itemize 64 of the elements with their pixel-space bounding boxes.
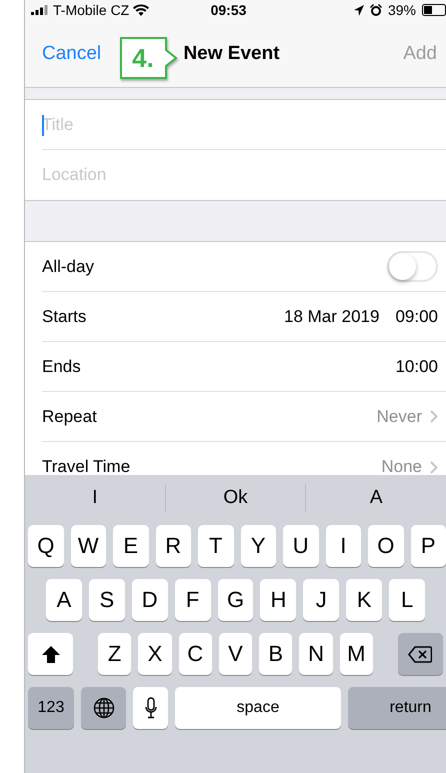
letter-key[interactable]: E (113, 525, 148, 567)
row-value: None (381, 457, 422, 475)
letter-key[interactable]: J (303, 579, 340, 621)
letter-key[interactable]: D (132, 579, 168, 621)
row-value: 10:00 (395, 356, 438, 376)
backspace-icon (408, 646, 432, 662)
letter-key[interactable]: C (178, 633, 212, 675)
letter-key[interactable]: F (174, 579, 211, 621)
letter-key[interactable]: N (299, 633, 333, 675)
row-label: All-day (42, 256, 95, 276)
location-field[interactable]: Location (42, 165, 438, 185)
carrier-name: T-Mobile CZ (53, 2, 130, 18)
letter-key[interactable]: X (138, 633, 172, 675)
chevron-right-icon (430, 410, 438, 423)
row-value: 18 Mar 2019 (284, 306, 380, 326)
title-field[interactable]: Title (42, 114, 438, 134)
letter-key[interactable]: O (368, 525, 404, 567)
numbers-key[interactable]: 123 (28, 687, 74, 729)
globe-key[interactable] (81, 687, 126, 729)
globe-icon (92, 697, 114, 719)
return-key[interactable]: return (348, 687, 446, 729)
row-label: Travel Time (42, 457, 132, 475)
shift-arrow-icon (42, 646, 60, 662)
row-label: Starts (42, 306, 88, 326)
location-arrow-icon (354, 4, 364, 16)
letter-key[interactable]: I (326, 525, 361, 567)
delete-key[interactable] (398, 633, 443, 675)
row-value: Never (376, 406, 422, 426)
letter-key[interactable]: G (218, 579, 254, 621)
letter-key[interactable]: H (260, 579, 296, 621)
screen-title: New Event (183, 42, 280, 64)
suggestion[interactable]: A (305, 484, 446, 512)
wifi-icon (133, 4, 150, 16)
letter-key[interactable]: S (88, 579, 125, 621)
letter-key[interactable]: W (70, 525, 106, 567)
row-label: Repeat (42, 406, 98, 426)
step-callout: 4. (120, 37, 178, 79)
letter-key[interactable]: P (410, 525, 446, 567)
shift-key[interactable] (28, 633, 73, 675)
microphone-key[interactable] (133, 687, 168, 729)
letter-key[interactable]: V (218, 633, 252, 675)
letter-key[interactable]: R (156, 525, 191, 567)
letter-key[interactable]: A (46, 579, 82, 621)
letter-key[interactable]: U (283, 525, 318, 567)
row-label: Ends (42, 356, 82, 376)
space-key[interactable]: space (175, 687, 341, 729)
letter-key[interactable]: K (346, 579, 382, 621)
toggle-switch[interactable] (387, 251, 438, 282)
suggestion[interactable]: Ok (164, 484, 306, 512)
letter-key[interactable]: L (389, 579, 426, 621)
battery-icon (422, 4, 446, 16)
microphone-icon (144, 697, 156, 719)
letter-key[interactable]: Z (98, 633, 132, 675)
letter-key[interactable]: Y (240, 525, 276, 567)
alarm-clock-icon (370, 4, 382, 16)
signal-icon (31, 5, 49, 15)
letter-key[interactable]: Q (28, 525, 64, 567)
letter-key[interactable]: M (340, 633, 373, 675)
letter-key[interactable]: B (259, 633, 292, 675)
letter-key[interactable]: T (198, 525, 234, 567)
suggestion[interactable]: I (25, 484, 165, 512)
row-value: 09:00 (395, 306, 438, 326)
clock-time: 09:53 (210, 2, 246, 18)
battery-percentage: 39% (388, 2, 416, 18)
